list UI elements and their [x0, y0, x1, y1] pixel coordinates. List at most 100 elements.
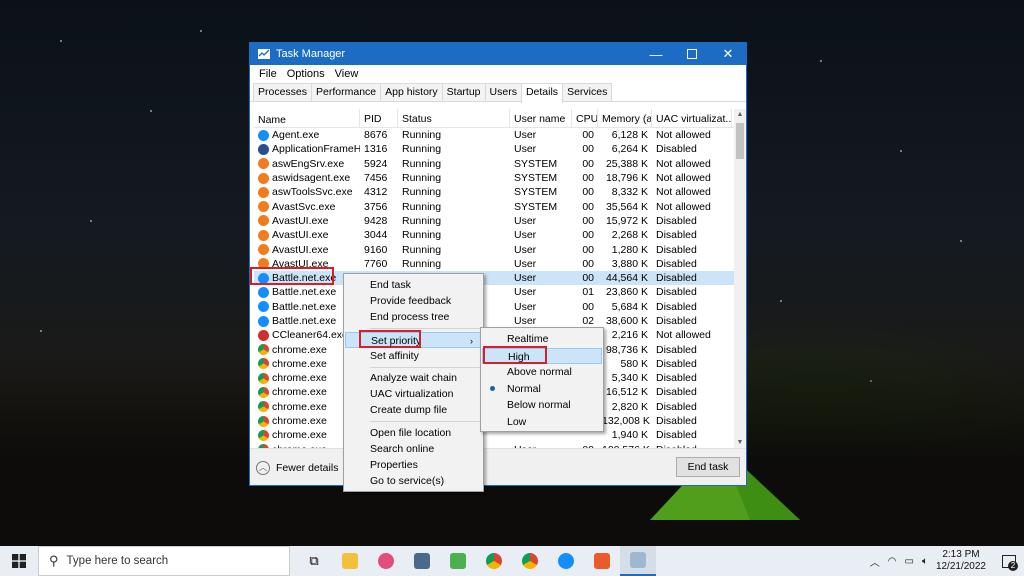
column-header-cpu[interactable]: CPU	[572, 109, 598, 127]
table-row[interactable]: aswEngSrv.exe 5924 Running SYSTEM 00 25,388 K…	[254, 157, 736, 171]
menu-item-search-online[interactable]: Search online	[345, 441, 482, 457]
table-row[interactable]: ApplicationFrameHo... 1316 Running User 00 6,…	[254, 142, 736, 156]
chrome-button[interactable]	[476, 546, 512, 576]
file-explorer-button[interactable]	[332, 546, 368, 576]
chevron-right-icon: ›	[470, 336, 473, 346]
menu-item-end-task[interactable]: End task	[345, 277, 482, 293]
volume-icon[interactable]: 🔈︎	[922, 556, 928, 567]
close-button[interactable]: ✕	[710, 43, 746, 65]
process-uac: Disabled	[656, 229, 697, 242]
tab-users[interactable]: Users	[484, 83, 522, 101]
menu-item-provide-feedback[interactable]: Provide feedback	[345, 293, 482, 309]
chart-app-button[interactable]	[440, 546, 476, 576]
table-row[interactable]: aswidsagent.exe 7456 Running SYSTEM 00 18,796…	[254, 171, 736, 185]
process-memory: 132,008 K	[602, 415, 650, 428]
table-row[interactable]: AvastUI.exe 9428 Running User 00 15,972 K Disa…	[254, 214, 736, 228]
menu-item-end-process-tree[interactable]: End process tree	[345, 309, 482, 325]
scroll-up-icon[interactable]: ▲	[734, 109, 746, 121]
process-cpu: 01	[582, 286, 594, 299]
menu-item-create-dump-file[interactable]: Create dump file	[345, 402, 482, 418]
priority-normal[interactable]: Normal	[482, 381, 602, 397]
battle-net-button[interactable]	[548, 546, 584, 576]
snip-tool-button[interactable]	[368, 546, 404, 576]
priority-above-normal[interactable]: Above normal	[482, 364, 602, 380]
table-row[interactable]: aswToolsSvc.exe 4312 Running SYSTEM 00 8,332 …	[254, 185, 736, 199]
column-header-memory[interactable]: Memory (a...	[598, 109, 652, 127]
tab-app-history[interactable]: App history	[380, 83, 443, 101]
menu-file[interactable]: File	[254, 68, 282, 80]
table-row[interactable]: Agent.exe 8676 Running User 00 6,128 K Not all…	[254, 128, 736, 142]
menu-separator	[370, 367, 481, 368]
battery-icon[interactable]: ▭	[904, 556, 913, 567]
tab-processes[interactable]: Processes	[253, 83, 313, 101]
process-icon	[258, 143, 269, 155]
priority-realtime[interactable]: Realtime	[482, 331, 602, 347]
table-row[interactable]: AvastSvc.exe 3756 Running SYSTEM 00 35,564 K N…	[254, 199, 736, 213]
menu-options[interactable]: Options	[282, 68, 330, 80]
vertical-scrollbar[interactable]: ▲ ▼	[734, 109, 746, 449]
process-cpu: 00	[582, 172, 594, 185]
process-icon	[258, 329, 269, 341]
process-status: Running	[402, 257, 442, 270]
search-placeholder: Type here to search	[66, 555, 169, 567]
priority-low[interactable]: Low	[482, 414, 602, 430]
menu-item-properties[interactable]: Properties	[345, 457, 482, 473]
calculator-icon	[414, 553, 430, 569]
clock[interactable]: 2:13 PM 12/21/2022	[936, 549, 986, 573]
process-status: Running	[402, 157, 442, 170]
menu-item-go-to-services[interactable]: Go to service(s)	[345, 473, 482, 489]
snip-icon	[378, 553, 394, 569]
start-button[interactable]	[0, 546, 38, 576]
column-header-name[interactable]: Name	[254, 109, 360, 127]
column-header-user[interactable]: User name	[510, 109, 572, 127]
chrome-profile-button[interactable]	[512, 546, 548, 576]
process-uac: Disabled	[656, 272, 697, 285]
process-name-label: chrome.exe	[272, 415, 327, 428]
wifi-icon[interactable]: ◠	[888, 556, 897, 567]
column-header-uac[interactable]: UAC virtualizat...	[652, 109, 732, 127]
table-row[interactable]: Battle.net.exe User 02 38,600 K Disabled	[254, 314, 736, 328]
process-uac: Disabled	[656, 257, 697, 270]
process-uac: Disabled	[656, 415, 697, 428]
tab-details[interactable]: Details	[520, 83, 564, 103]
process-uac: Disabled	[656, 214, 697, 227]
title-bar[interactable]: Task Manager — ✕	[250, 43, 746, 65]
calculator-button[interactable]	[404, 546, 440, 576]
table-row[interactable]: AvastUI.exe 3044 Running User 00 2,268 K Disab…	[254, 228, 736, 242]
fewer-details-label: Fewer details	[276, 462, 339, 474]
scroll-thumb[interactable]	[736, 123, 744, 159]
taskbar-search-box[interactable]: ⚲ Type here to search	[38, 546, 290, 576]
table-row[interactable]: AvastUI.exe 9160 Running User 00 1,280 K Disab…	[254, 242, 736, 256]
menu-item-analyze-wait-chain[interactable]: Analyze wait chain	[345, 370, 482, 386]
process-user: User	[514, 229, 537, 242]
fewer-details-button[interactable]: ︿ Fewer details	[256, 461, 338, 475]
menu-view[interactable]: View	[330, 68, 364, 80]
column-header-status[interactable]: Status	[398, 109, 510, 127]
table-row[interactable]: Battle.net.exe User 00 5,684 K Disabled	[254, 300, 736, 314]
tab-performance[interactable]: Performance	[311, 83, 382, 101]
chevron-up-icon[interactable]: ︿	[870, 554, 880, 569]
maximize-icon	[687, 49, 697, 59]
process-memory: 23,860 K	[605, 286, 648, 299]
menu-item-open-file-location[interactable]: Open file location	[345, 425, 482, 441]
column-header-pid[interactable]: PID	[360, 109, 398, 127]
minimize-button[interactable]: —	[638, 43, 674, 65]
office-button[interactable]	[584, 546, 620, 576]
process-name: AvastUI.exe	[254, 244, 360, 256]
process-memory: 38,600 K	[605, 315, 648, 327]
end-task-button[interactable]: End task	[676, 457, 740, 477]
menu-item-uac-virtualization[interactable]: UAC virtualization	[345, 386, 482, 402]
menu-item-set-affinity[interactable]: Set affinity	[345, 348, 482, 364]
priority-below-normal[interactable]: Below normal	[482, 397, 602, 413]
maximize-button[interactable]	[674, 43, 710, 65]
table-row[interactable]: Battle.net.exe User 01 23,860 K Disabled	[254, 285, 736, 299]
task-manager-taskbar-button[interactable]	[620, 546, 656, 576]
tab-services[interactable]: Services	[562, 83, 613, 101]
process-icon	[258, 172, 269, 184]
notification-button[interactable]: 2	[994, 546, 1024, 576]
process-name: aswToolsSvc.exe	[254, 186, 360, 198]
chrome-profile-icon	[522, 553, 538, 569]
task-view-button[interactable]: ⧉	[296, 546, 332, 576]
tab-startup[interactable]: Startup	[441, 83, 486, 101]
process-user: SYSTEM	[514, 157, 558, 170]
